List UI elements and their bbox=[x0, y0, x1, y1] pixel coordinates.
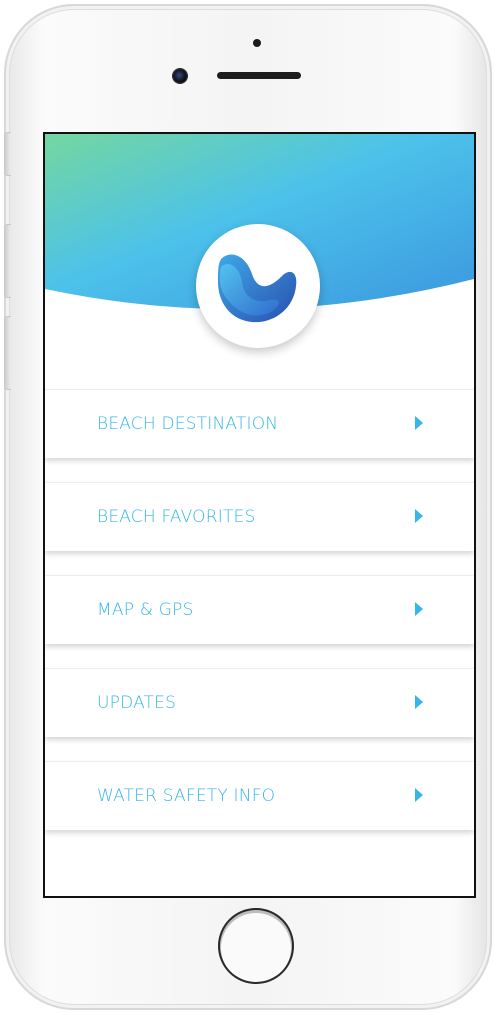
menu-item-beach-destination[interactable]: BEACH DESTINATION bbox=[45, 389, 474, 458]
front-camera bbox=[173, 69, 187, 83]
app-logo bbox=[196, 224, 320, 348]
menu-item-label: MAP & GPS bbox=[97, 600, 194, 620]
chevron-right-icon bbox=[415, 509, 423, 523]
volume-up-button bbox=[4, 224, 11, 298]
menu-item-updates[interactable]: UPDATES bbox=[45, 668, 474, 737]
chevron-right-icon bbox=[415, 788, 423, 802]
menu-item-label: BEACH DESTINATION bbox=[97, 414, 279, 434]
menu-item-label: WATER SAFETY INFO bbox=[97, 786, 276, 806]
proximity-sensor bbox=[253, 39, 261, 47]
volume-down-button bbox=[4, 316, 11, 390]
app-screen: BEACH DESTINATION BEACH FAVORITES MAP & … bbox=[43, 132, 476, 898]
menu-item-water-safety-info[interactable]: WATER SAFETY INFO bbox=[45, 761, 474, 830]
earpiece-speaker bbox=[217, 72, 301, 79]
menu-item-beach-favorites[interactable]: BEACH FAVORITES bbox=[45, 482, 474, 551]
menu-item-label: UPDATES bbox=[97, 693, 177, 713]
chevron-right-icon bbox=[415, 416, 423, 430]
chevron-right-icon bbox=[415, 602, 423, 616]
menu-item-map-gps[interactable]: MAP & GPS bbox=[45, 575, 474, 644]
chevron-right-icon bbox=[415, 695, 423, 709]
menu-item-label: BEACH FAVORITES bbox=[97, 507, 256, 527]
home-button[interactable] bbox=[218, 908, 294, 984]
mute-switch bbox=[4, 132, 11, 176]
phone-frame: BEACH DESTINATION BEACH FAVORITES MAP & … bbox=[4, 4, 492, 1010]
wave-logo-icon bbox=[218, 254, 297, 323]
